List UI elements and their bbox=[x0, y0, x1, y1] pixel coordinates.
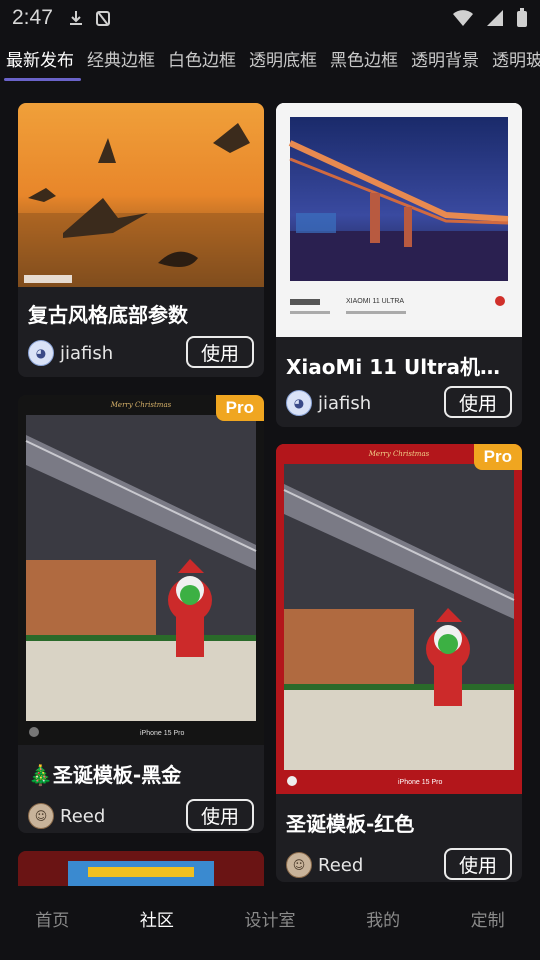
thumb-caption: XIAOMI 11 ULTRA bbox=[346, 298, 404, 305]
download-icon bbox=[69, 11, 82, 25]
banner-text: Merry Christmas bbox=[368, 450, 430, 458]
avatar: ◕ bbox=[286, 390, 312, 416]
status-time: 2:47 bbox=[12, 6, 53, 29]
dnd-icon bbox=[95, 11, 110, 26]
avatar: ◕ bbox=[28, 340, 54, 366]
template-author[interactable]: ☺ Reed bbox=[28, 803, 105, 829]
pro-badge: Pro bbox=[215, 395, 264, 421]
tab-transparent-bg[interactable]: 透明背景 bbox=[411, 46, 479, 71]
avatar: ☺ bbox=[28, 803, 54, 829]
use-template-button[interactable]: 使用 bbox=[186, 799, 254, 831]
tab-classic-border[interactable]: 经典边框 bbox=[87, 46, 155, 71]
template-title: 复古风格底部参数 bbox=[28, 303, 188, 327]
signal-icon bbox=[487, 10, 503, 26]
wifi-icon bbox=[453, 10, 473, 26]
movie-poster-image bbox=[18, 851, 264, 886]
active-tab-indicator bbox=[4, 78, 81, 81]
banner-text: Merry Christmas bbox=[110, 401, 172, 409]
use-template-button[interactable]: 使用 bbox=[444, 848, 512, 880]
nav-custom[interactable]: 定制 bbox=[471, 906, 505, 931]
nav-design-studio[interactable]: 设计室 bbox=[244, 906, 295, 931]
tab-black-border[interactable]: 黑色边框 bbox=[330, 46, 398, 71]
use-template-button[interactable]: 使用 bbox=[186, 336, 254, 368]
bridge-night-image: XIAOMI 11 ULTRA bbox=[276, 103, 522, 337]
battery-icon bbox=[517, 8, 527, 27]
tab-latest[interactable]: 最新发布 bbox=[6, 46, 74, 71]
template-card[interactable]: XIAOMI 11 ULTRA XiaoMi 11 Ultra机型... ◕ j… bbox=[276, 103, 522, 427]
status-bar: 2:47 bbox=[0, 0, 540, 36]
nav-community[interactable]: 社区 bbox=[140, 906, 174, 931]
avatar: ☺ bbox=[286, 852, 312, 878]
template-card[interactable] bbox=[18, 851, 264, 886]
template-title: 圣诞模板-红色 bbox=[286, 812, 415, 836]
footer-text: iPhone 15 Pro bbox=[140, 730, 184, 737]
tab-transparent-bottom[interactable]: 透明底框 bbox=[249, 46, 317, 71]
bottom-nav: 首页 社区 设计室 我的 定制 bbox=[0, 886, 540, 960]
template-thumbnail[interactable] bbox=[18, 103, 264, 287]
template-thumbnail[interactable]: Merry Christmas iPhone 15 Pro bbox=[276, 444, 522, 794]
use-template-button[interactable]: 使用 bbox=[444, 386, 512, 418]
template-card[interactable]: Merry Christmas iPhone 15 Pro Pro 🎄圣诞模板-… bbox=[18, 395, 264, 833]
template-author[interactable]: ◕ jiafish bbox=[286, 390, 371, 416]
author-name: jiafish bbox=[318, 392, 372, 414]
template-title: 🎄圣诞模板-黑金 bbox=[28, 763, 182, 787]
template-card[interactable]: Merry Christmas iPhone 15 Pro Pro 圣诞模板-红… bbox=[276, 444, 522, 882]
footer-text: iPhone 15 Pro bbox=[398, 779, 442, 786]
template-author[interactable]: ☺ Reed bbox=[286, 852, 363, 878]
nav-mine[interactable]: 我的 bbox=[366, 906, 400, 931]
christmas-black-image: Merry Christmas iPhone 15 Pro bbox=[18, 395, 264, 745]
template-feed[interactable]: 复古风格底部参数 ◕ jiafish 使用 XIAOMI 11 ULTRA Xi… bbox=[0, 86, 540, 886]
template-title: XiaoMi 11 Ultra机型... bbox=[286, 355, 512, 379]
christmas-red-image: Merry Christmas iPhone 15 Pro bbox=[276, 444, 522, 794]
template-author[interactable]: ◕ jiafish bbox=[28, 340, 113, 366]
pro-badge: Pro bbox=[473, 444, 522, 470]
nav-home[interactable]: 首页 bbox=[35, 906, 69, 931]
category-tabs: 最新发布 经典边框 白色边框 透明底框 黑色边框 透明背景 透明玻 bbox=[0, 46, 540, 86]
author-name: Reed bbox=[60, 805, 106, 827]
tab-transparent-glass[interactable]: 透明玻 bbox=[492, 46, 540, 71]
tab-white-border[interactable]: 白色边框 bbox=[168, 46, 236, 71]
template-thumbnail[interactable]: XIAOMI 11 ULTRA bbox=[276, 103, 522, 337]
template-thumbnail[interactable]: Merry Christmas iPhone 15 Pro bbox=[18, 395, 264, 745]
author-name: Reed bbox=[318, 854, 364, 876]
sunset-gulls-image bbox=[18, 103, 264, 287]
template-card[interactable]: 复古风格底部参数 ◕ jiafish 使用 bbox=[18, 103, 264, 377]
author-name: jiafish bbox=[60, 342, 114, 364]
